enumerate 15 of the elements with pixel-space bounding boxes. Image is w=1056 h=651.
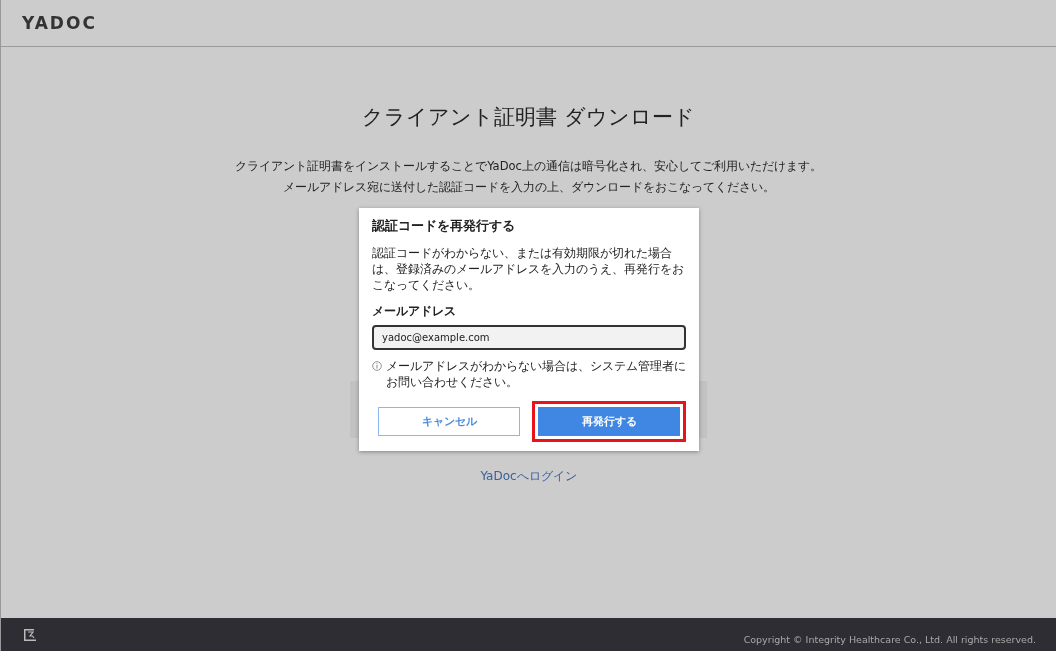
dialog-message: 認証コードがわからない、または有効期限が切れた場合は、登録済みのメールアドレスを入力のうえ、再発行をおこなってください。 <box>372 245 685 293</box>
logo-icon <box>23 627 37 642</box>
note-text: メールアドレスがわからない場合は、システム管理者にお問い合わせください。 <box>386 358 686 390</box>
copyright-text: Copyright © Integrity Healthcare Co., Ltd. All rights reserved. <box>743 634 1036 645</box>
reissue-button[interactable]: 再発行する <box>538 407 680 436</box>
page-title: クライアント証明書 ダウンロード <box>362 104 695 131</box>
dialog-title: 認証コードを再発行する <box>372 218 516 235</box>
logo: YADOC <box>22 13 97 33</box>
field-label: メールアドレス <box>372 303 457 320</box>
description-text: クライアント証明書をインストールすることでYaDoc上の通信は暗号化され、安心してご利用いただけます。 <box>235 159 822 174</box>
login-link[interactable]: YaDocへログイン <box>480 468 577 485</box>
email-input[interactable]: yadoc@example.com <box>372 325 686 350</box>
description-text: メールアドレス宛に送付した認証コードを入力の上、ダウンロードをおこなってください。 <box>282 180 775 195</box>
info-icon <box>372 361 382 371</box>
cancel-button[interactable]: キャンセル <box>378 407 520 436</box>
